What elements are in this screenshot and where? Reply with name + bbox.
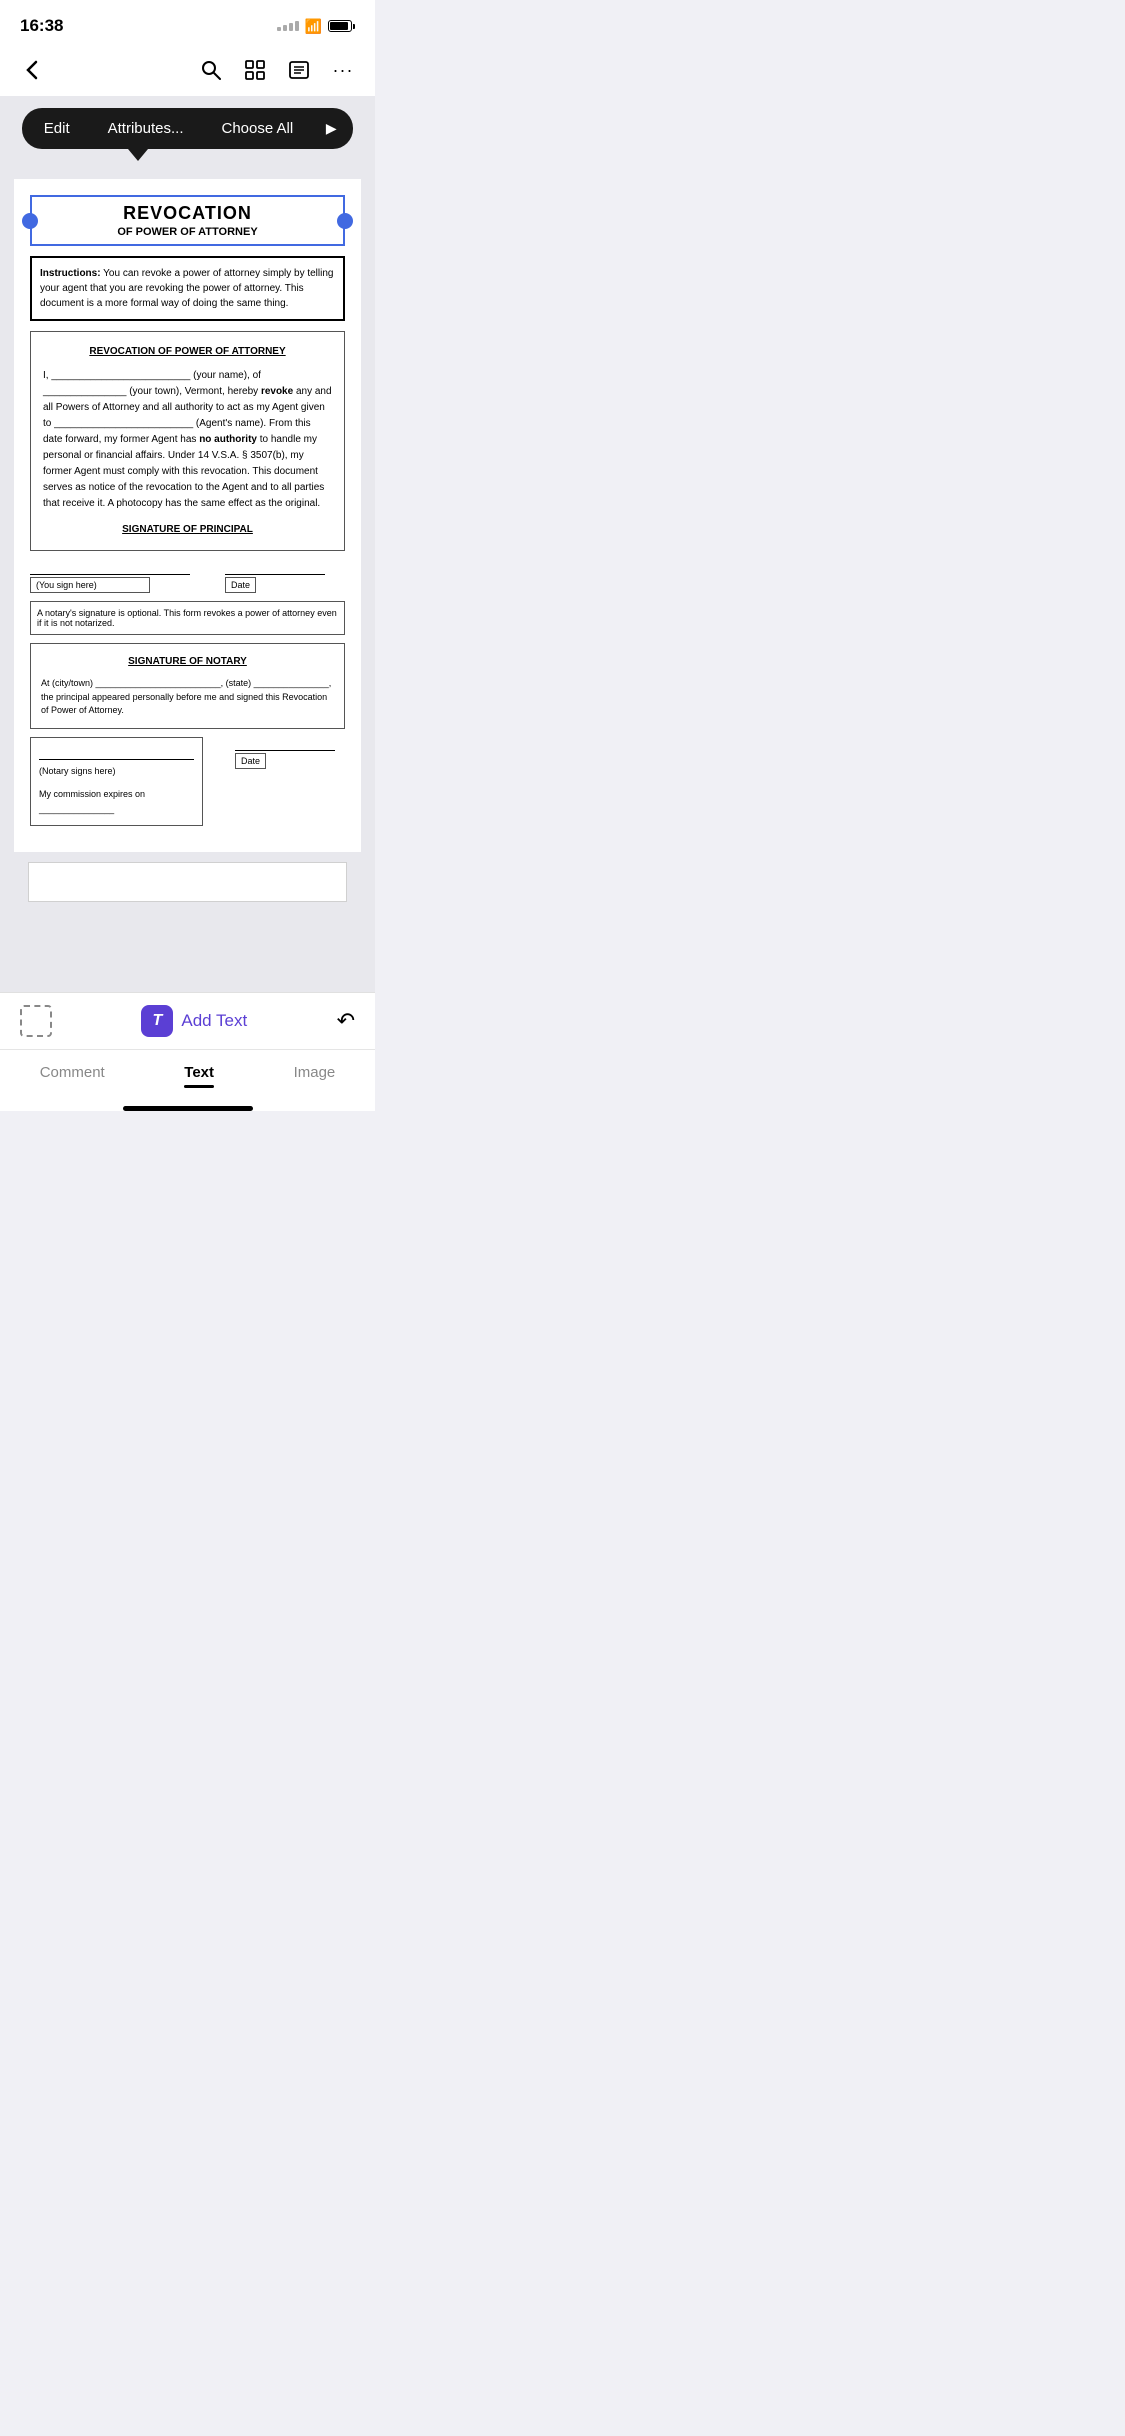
instruction-prefix: Instructions: <box>40 268 101 279</box>
title-selected-box[interactable]: REVOCATION OF POWER OF ATTORNEY <box>30 195 345 246</box>
page2-box <box>28 862 347 902</box>
handle-left[interactable] <box>22 213 38 229</box>
notary-body: At (city/town) _________________________… <box>41 677 334 718</box>
tab-text[interactable]: Text <box>164 1060 234 1092</box>
toolbar-area: Edit Attributes... Choose All ▶ <box>0 96 375 169</box>
notary-sign-box: (Notary signs here) My commission expire… <box>30 737 203 827</box>
body-text: I, _________________________ (your name)… <box>43 368 332 512</box>
tab-image[interactable]: Image <box>274 1060 356 1092</box>
tab-comment[interactable]: Comment <box>20 1060 125 1092</box>
sig-principal-line: SIGNATURE OF PRINCIPAL <box>43 522 332 538</box>
you-sign-label: (You sign here) <box>30 577 150 593</box>
wifi-icon: 📶 <box>305 18 322 35</box>
nav-bar: ··· <box>0 44 375 96</box>
add-text-label: Add Text <box>181 1011 247 1031</box>
sig-notary-title: SIGNATURE OF NOTARY <box>41 654 334 669</box>
undo-button[interactable]: ↶ <box>337 1008 355 1034</box>
date-label-principal: Date <box>225 577 256 593</box>
bottom-area: T Add Text ↶ Comment Text Image <box>0 992 375 1111</box>
battery-icon <box>328 20 355 32</box>
status-time: 16:38 <box>20 16 63 36</box>
inner-doc: REVOCATION OF POWER OF ATTORNEY I, _____… <box>30 331 345 551</box>
doc-page: REVOCATION OF POWER OF ATTORNEY Instruct… <box>14 179 361 852</box>
status-icons: 📶 <box>277 18 355 35</box>
back-button[interactable] <box>16 54 48 86</box>
list-button[interactable] <box>283 54 315 86</box>
bottom-tabs: Comment Text Image <box>0 1049 375 1098</box>
date-label-notary: Date <box>235 753 266 769</box>
add-text-icon: T <box>141 1005 173 1037</box>
search-button[interactable] <box>195 54 227 86</box>
select-area-button[interactable] <box>20 1005 52 1037</box>
notary-section: SIGNATURE OF NOTARY At (city/town) _____… <box>30 643 345 729</box>
notary-signs-label: (Notary signs here) <box>39 764 194 779</box>
toolbar-pill: Edit Attributes... Choose All ▶ <box>22 108 353 149</box>
edit-button[interactable]: Edit <box>26 110 88 147</box>
sign-row-principal: (You sign here) Date <box>30 561 345 593</box>
attributes-button[interactable]: Attributes... <box>90 110 202 147</box>
home-indicator <box>123 1106 253 1111</box>
toolbar-arrow <box>128 149 148 161</box>
instruction-box: Instructions: You can revoke a power of … <box>30 256 345 321</box>
status-bar: 16:38 📶 <box>0 0 375 44</box>
doc-area: REVOCATION OF POWER OF ATTORNEY Instruct… <box>0 169 375 992</box>
play-button[interactable]: ▶ <box>313 111 349 147</box>
grid-button[interactable] <box>239 54 271 86</box>
commission-text: My commission expires on _______________ <box>39 787 194 818</box>
more-button[interactable]: ··· <box>327 54 359 86</box>
doc-title: REVOCATION <box>40 203 335 224</box>
notary-note: A notary's signature is optional. This f… <box>30 601 345 635</box>
choose-all-button[interactable]: Choose All <box>204 110 312 147</box>
add-text-bar: T Add Text ↶ <box>0 992 375 1049</box>
doc-subtitle: OF POWER OF ATTORNEY <box>40 226 335 238</box>
inner-doc-title: REVOCATION OF POWER OF ATTORNEY <box>43 344 332 360</box>
nav-right-icons: ··· <box>195 54 359 86</box>
signal-icon <box>277 21 299 31</box>
add-text-button[interactable]: T Add Text <box>141 1005 247 1037</box>
handle-right[interactable] <box>337 213 353 229</box>
